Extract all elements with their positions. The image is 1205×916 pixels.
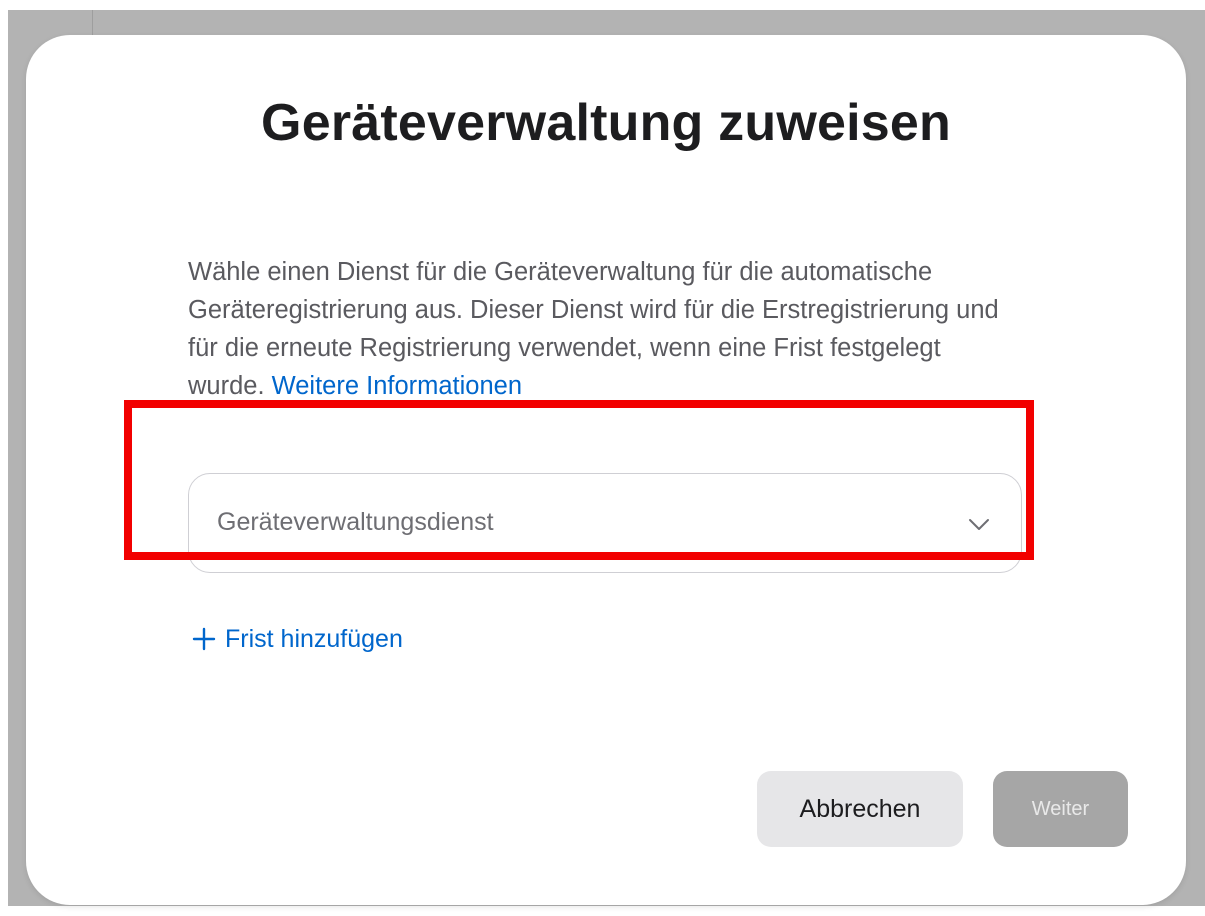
plus-icon: [192, 627, 216, 651]
dialog-title: Geräteverwaltung zuweisen: [261, 94, 951, 152]
backdrop-divider: [92, 10, 93, 38]
add-deadline-label: Frist hinzufügen: [225, 624, 403, 653]
next-button[interactable]: Weiter: [993, 771, 1128, 847]
add-deadline-button[interactable]: Frist hinzufügen: [192, 619, 403, 659]
cancel-button[interactable]: Abbrechen: [757, 771, 963, 847]
dialog-description: Wähle einen Dienst für die Geräteverwalt…: [188, 253, 1008, 405]
learn-more-link[interactable]: Weitere Informationen: [272, 372, 522, 400]
highlight-annotation-box: [124, 400, 1034, 560]
